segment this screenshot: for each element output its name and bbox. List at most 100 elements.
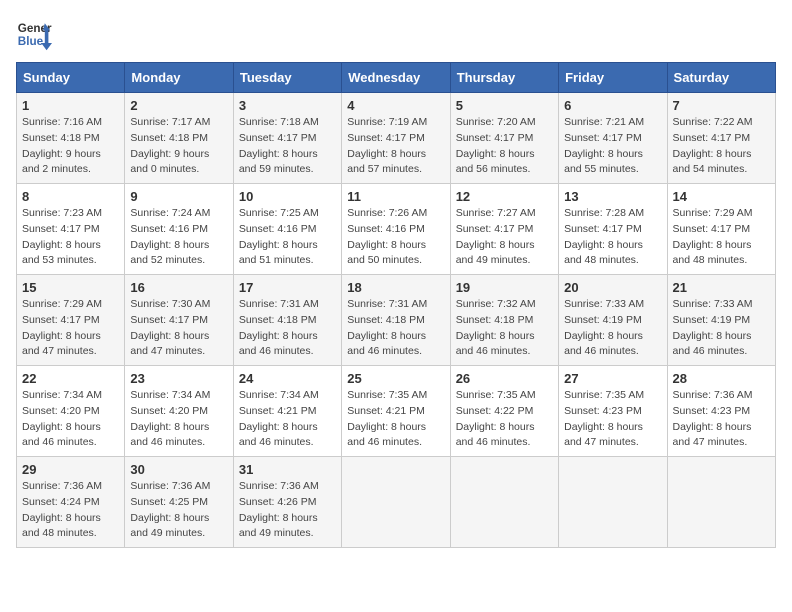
header-cell-tuesday: Tuesday — [233, 63, 341, 93]
calendar-cell: 29Sunrise: 7:36 AMSunset: 4:24 PMDayligh… — [17, 457, 125, 548]
calendar-cell — [667, 457, 775, 548]
header: General Blue — [16, 16, 776, 52]
day-info: Sunrise: 7:23 AMSunset: 4:17 PMDaylight:… — [22, 206, 119, 269]
day-info: Sunrise: 7:35 AMSunset: 4:23 PMDaylight:… — [564, 388, 661, 451]
day-number: 23 — [130, 371, 227, 386]
header-cell-sunday: Sunday — [17, 63, 125, 93]
day-number: 18 — [347, 280, 444, 295]
day-number: 27 — [564, 371, 661, 386]
calendar-week-row: 8Sunrise: 7:23 AMSunset: 4:17 PMDaylight… — [17, 184, 776, 275]
calendar-cell — [559, 457, 667, 548]
day-number: 7 — [673, 98, 770, 113]
day-number: 6 — [564, 98, 661, 113]
day-info: Sunrise: 7:36 AMSunset: 4:24 PMDaylight:… — [22, 479, 119, 542]
day-number: 30 — [130, 462, 227, 477]
calendar-table: SundayMondayTuesdayWednesdayThursdayFrid… — [16, 62, 776, 548]
calendar-cell: 15 Sunrise: 7:29 AMSunset: 4:17 PMDayligh… — [17, 275, 125, 366]
day-info: Sunrise: 7:29 AMSunset: 4:17 PMDaylight:… — [22, 297, 119, 360]
day-info: Sunrise: 7:31 AMSunset: 4:18 PMDaylight:… — [239, 297, 336, 360]
day-number: 25 — [347, 371, 444, 386]
calendar-cell: 21 Sunrise: 7:33 AMSunset: 4:19 PMDayligh… — [667, 275, 775, 366]
calendar-cell: 27 Sunrise: 7:35 AMSunset: 4:23 PMDayligh… — [559, 366, 667, 457]
calendar-cell: 12 Sunrise: 7:27 AMSunset: 4:17 PMDayligh… — [450, 184, 558, 275]
day-number: 3 — [239, 98, 336, 113]
calendar-cell: 23 Sunrise: 7:34 AMSunset: 4:20 PMDayligh… — [125, 366, 233, 457]
day-info: Sunrise: 7:18 AMSunset: 4:17 PMDaylight:… — [239, 115, 336, 178]
header-cell-monday: Monday — [125, 63, 233, 93]
day-info: Sunrise: 7:30 AMSunset: 4:17 PMDaylight:… — [130, 297, 227, 360]
calendar-cell: 5 Sunrise: 7:20 AMSunset: 4:17 PMDaylight… — [450, 93, 558, 184]
header-cell-friday: Friday — [559, 63, 667, 93]
day-info: Sunrise: 7:33 AMSunset: 4:19 PMDaylight:… — [564, 297, 661, 360]
day-info: Sunrise: 7:20 AMSunset: 4:17 PMDaylight:… — [456, 115, 553, 178]
day-info: Sunrise: 7:35 AMSunset: 4:22 PMDaylight:… — [456, 388, 553, 451]
day-number: 24 — [239, 371, 336, 386]
calendar-cell: 22Sunrise: 7:34 AMSunset: 4:20 PMDayligh… — [17, 366, 125, 457]
day-number: 31 — [239, 462, 336, 477]
day-info: Sunrise: 7:35 AMSunset: 4:21 PMDaylight:… — [347, 388, 444, 451]
calendar-body: 1 Sunrise: 7:16 AMSunset: 4:18 PMDaylight… — [17, 93, 776, 548]
calendar-cell: 3 Sunrise: 7:18 AMSunset: 4:17 PMDaylight… — [233, 93, 341, 184]
day-number: 11 — [347, 189, 444, 204]
day-info: Sunrise: 7:17 AMSunset: 4:18 PMDaylight:… — [130, 115, 227, 178]
day-number: 13 — [564, 189, 661, 204]
calendar-cell: 20 Sunrise: 7:33 AMSunset: 4:19 PMDayligh… — [559, 275, 667, 366]
day-info: Sunrise: 7:19 AMSunset: 4:17 PMDaylight:… — [347, 115, 444, 178]
calendar-cell: 24 Sunrise: 7:34 AMSunset: 4:21 PMDayligh… — [233, 366, 341, 457]
day-info: Sunrise: 7:36 AMSunset: 4:25 PMDaylight:… — [130, 479, 227, 542]
day-info: Sunrise: 7:27 AMSunset: 4:17 PMDaylight:… — [456, 206, 553, 269]
calendar-cell: 13Sunrise: 7:28 AMSunset: 4:17 PMDayligh… — [559, 184, 667, 275]
calendar-header-row: SundayMondayTuesdayWednesdayThursdayFrid… — [17, 63, 776, 93]
calendar-week-row: 22 Sunrise: 7:34 AMSunset: 4:20 PMDayligh… — [17, 366, 776, 457]
calendar-cell: 10Sunrise: 7:25 AMSunset: 4:16 PMDayligh… — [233, 184, 341, 275]
day-info: Sunrise: 7:32 AMSunset: 4:18 PMDaylight:… — [456, 297, 553, 360]
day-info: Sunrise: 7:21 AMSunset: 4:17 PMDaylight:… — [564, 115, 661, 178]
day-info: Sunrise: 7:25 AMSunset: 4:16 PMDaylight:… — [239, 206, 336, 269]
calendar-week-row: 1 Sunrise: 7:16 AMSunset: 4:18 PMDaylight… — [17, 93, 776, 184]
calendar-cell — [450, 457, 558, 548]
calendar-cell — [342, 457, 450, 548]
day-number: 17 — [239, 280, 336, 295]
day-info: Sunrise: 7:36 AMSunset: 4:23 PMDaylight:… — [673, 388, 770, 451]
day-number: 9 — [130, 189, 227, 204]
day-number: 28 — [673, 371, 770, 386]
day-info: Sunrise: 7:22 AMSunset: 4:17 PMDaylight:… — [673, 115, 770, 178]
day-number: 12 — [456, 189, 553, 204]
day-number: 26 — [456, 371, 553, 386]
logo-icon: General Blue — [16, 16, 52, 52]
day-number: 1 — [22, 98, 119, 113]
calendar-cell: 30 Sunrise: 7:36 AMSunset: 4:25 PMDayligh… — [125, 457, 233, 548]
day-number: 5 — [456, 98, 553, 113]
calendar-cell: 19 Sunrise: 7:32 AMSunset: 4:18 PMDayligh… — [450, 275, 558, 366]
day-number: 20 — [564, 280, 661, 295]
calendar-cell: 14Sunrise: 7:29 AMSunset: 4:17 PMDayligh… — [667, 184, 775, 275]
calendar-cell: 2 Sunrise: 7:17 AMSunset: 4:18 PMDaylight… — [125, 93, 233, 184]
calendar-cell: 26 Sunrise: 7:35 AMSunset: 4:22 PMDayligh… — [450, 366, 558, 457]
day-number: 22 — [22, 371, 119, 386]
day-number: 19 — [456, 280, 553, 295]
header-cell-wednesday: Wednesday — [342, 63, 450, 93]
calendar-week-row: 15 Sunrise: 7:29 AMSunset: 4:17 PMDayligh… — [17, 275, 776, 366]
day-number: 2 — [130, 98, 227, 113]
day-info: Sunrise: 7:26 AMSunset: 4:16 PMDaylight:… — [347, 206, 444, 269]
day-info: Sunrise: 7:34 AMSunset: 4:20 PMDaylight:… — [130, 388, 227, 451]
calendar-cell: 9 Sunrise: 7:24 AMSunset: 4:16 PMDaylight… — [125, 184, 233, 275]
day-info: Sunrise: 7:34 AMSunset: 4:21 PMDaylight:… — [239, 388, 336, 451]
svg-text:Blue: Blue — [18, 35, 44, 48]
calendar-cell: 8Sunrise: 7:23 AMSunset: 4:17 PMDaylight… — [17, 184, 125, 275]
day-number: 16 — [130, 280, 227, 295]
day-info: Sunrise: 7:31 AMSunset: 4:18 PMDaylight:… — [347, 297, 444, 360]
day-info: Sunrise: 7:33 AMSunset: 4:19 PMDaylight:… — [673, 297, 770, 360]
day-info: Sunrise: 7:29 AMSunset: 4:17 PMDaylight:… — [673, 206, 770, 269]
day-number: 15 — [22, 280, 119, 295]
logo: General Blue — [16, 16, 52, 52]
day-info: Sunrise: 7:36 AMSunset: 4:26 PMDaylight:… — [239, 479, 336, 542]
calendar-week-row: 29Sunrise: 7:36 AMSunset: 4:24 PMDayligh… — [17, 457, 776, 548]
day-number: 21 — [673, 280, 770, 295]
calendar-cell: 1 Sunrise: 7:16 AMSunset: 4:18 PMDaylight… — [17, 93, 125, 184]
day-number: 4 — [347, 98, 444, 113]
day-info: Sunrise: 7:16 AMSunset: 4:18 PMDaylight:… — [22, 115, 119, 178]
header-cell-saturday: Saturday — [667, 63, 775, 93]
calendar-cell: 16 Sunrise: 7:30 AMSunset: 4:17 PMDayligh… — [125, 275, 233, 366]
day-info: Sunrise: 7:24 AMSunset: 4:16 PMDaylight:… — [130, 206, 227, 269]
